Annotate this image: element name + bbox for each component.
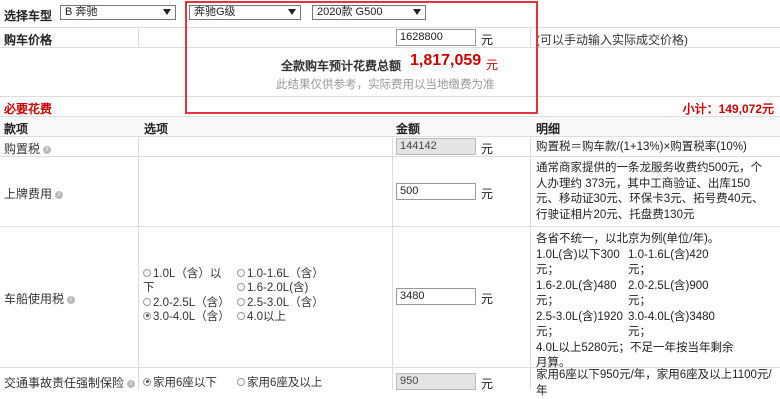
price-label: 购车价格 xyxy=(4,33,53,47)
radio-option[interactable]: 1.6-2.0L(含) xyxy=(237,281,308,296)
unit-label: 元 xyxy=(481,142,494,156)
header-item: 款项 xyxy=(4,122,29,136)
registration-detail: 通常商家提供的一条龙服务收费约500元，个 人办理约 373元，其中工商验证、出… xyxy=(536,162,764,221)
model-selector-label: 选择车型 xyxy=(4,9,53,23)
row-name: 车船使用税 i xyxy=(4,290,76,307)
header-amount: 金额 xyxy=(396,122,421,136)
header-option: 选项 xyxy=(144,122,169,136)
radio-option[interactable]: 1.0-1.6L（含） xyxy=(237,267,324,282)
info-icon[interactable]: i xyxy=(43,145,52,154)
chevron-down-icon xyxy=(163,9,171,15)
section-title: 必要花费 xyxy=(4,102,53,116)
radio-option[interactable]: 4.0以上 xyxy=(237,310,286,325)
purchase-tax-detail: 购置税＝购车款/(1+13%)×购置税率(10%) xyxy=(536,141,747,153)
unit-label: 元 xyxy=(481,187,494,201)
radio-option[interactable]: 家用6座及以上 xyxy=(237,374,322,390)
radio-icon[interactable] xyxy=(237,377,245,386)
brand-select[interactable]: B 奔驰 xyxy=(60,5,176,20)
radio-option[interactable]: 2.5-3.0L（含） xyxy=(237,296,324,311)
table-row: 车船使用税 i 1.0L（含）以 下 1.0-1.6L（含） 1.6-2.0L(含… xyxy=(0,227,780,369)
table-row: 交通事故责任强制保险 i 家用6座以下 家用6座及以上 950 元 家用6座以下9… xyxy=(0,368,780,397)
radio-icon[interactable] xyxy=(237,311,245,320)
radio-option[interactable]: 3.0-4.0L（含） xyxy=(143,310,230,325)
row-name: 购置税 i xyxy=(4,140,52,157)
table-header: 款项 选项 金额 明细 xyxy=(0,117,780,137)
info-icon[interactable]: i xyxy=(127,379,136,388)
radio-checked-icon[interactable] xyxy=(143,377,151,386)
radio-icon[interactable] xyxy=(143,268,151,277)
table-row: 购置税 i 144142 元 购置税＝购车款/(1+13%)×购置税率(10%) xyxy=(0,137,780,157)
subtotal: 小计：149,072元 xyxy=(682,102,774,116)
radio-checked-icon[interactable] xyxy=(143,311,151,320)
vehicle-tax-amount-input[interactable]: 3480 xyxy=(396,288,476,305)
price-hint: (可以手动输入实际成交价格) xyxy=(536,33,688,47)
row-name: 交通事故责任强制保险 i xyxy=(4,374,136,391)
vehicle-tax-detail: 各省不统一，以北京为例(单位/年)。 1.0L(含)以下300 1.0-1.6L… xyxy=(536,233,734,369)
info-icon[interactable]: i xyxy=(67,295,76,304)
registration-amount-input[interactable]: 500 xyxy=(396,183,476,200)
radio-option[interactable]: 1.0L（含）以 xyxy=(143,267,221,282)
radio-icon[interactable] xyxy=(143,297,151,306)
info-icon[interactable]: i xyxy=(55,190,64,199)
row-name: 上牌费用 i xyxy=(4,185,64,202)
compulsory-amount: 950 xyxy=(396,373,476,390)
unit-label: 元 xyxy=(481,292,494,306)
radio-option-wrap: 下 xyxy=(143,282,155,294)
header-detail: 明细 xyxy=(536,122,561,136)
radio-icon[interactable] xyxy=(237,282,245,291)
radio-option[interactable]: 家用6座以下 xyxy=(143,374,217,390)
compulsory-detail: 家用6座以下950元/年，家用6座及以上1100元/年 xyxy=(536,369,772,397)
table-row: 上牌费用 i 500 元 通常商家提供的一条龙服务收费约500元，个 人办理约 3… xyxy=(0,157,780,227)
radio-icon[interactable] xyxy=(237,297,245,306)
purchase-tax-amount: 144142 xyxy=(396,138,476,155)
unit-label: 元 xyxy=(481,377,494,391)
highlight-box xyxy=(185,1,538,114)
radio-icon[interactable] xyxy=(237,268,245,277)
radio-option[interactable]: 2.0-2.5L（含） xyxy=(143,296,230,311)
